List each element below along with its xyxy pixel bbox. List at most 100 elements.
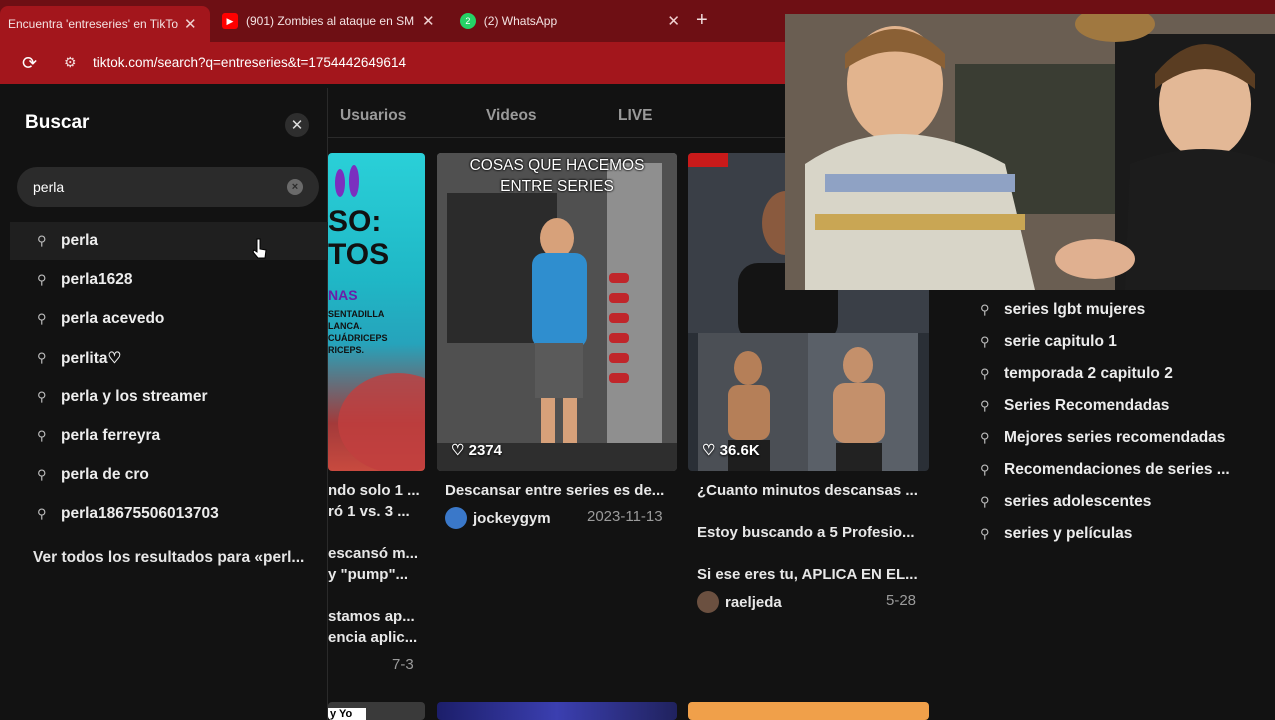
tab-usuarios[interactable]: Usuarios xyxy=(340,107,406,125)
reload-icon[interactable]: ⟳ xyxy=(22,53,37,74)
video-caption[interactable]: ndo solo 1 ... xyxy=(328,482,420,499)
suggestion-item[interactable]: ⚲ perla1628 xyxy=(10,261,328,299)
search-icon: ⚲ xyxy=(980,526,990,541)
related-search-item[interactable]: ⚲ temporada 2 capitulo 2 xyxy=(980,358,1270,390)
tab-title: (2) WhatsApp xyxy=(483,14,558,28)
video-card-partial[interactable] xyxy=(437,702,677,720)
related-search-item[interactable]: ⚲ Recomendaciones de series ... xyxy=(980,454,1270,486)
related-search-label: series lgbt mujeres xyxy=(1004,301,1146,318)
site-info-icon[interactable]: ⚙ xyxy=(64,54,77,71)
search-icon: ⚲ xyxy=(980,494,990,509)
search-box: × xyxy=(17,167,319,207)
related-search-item[interactable]: ⚲ Mejores series recomendadas xyxy=(980,422,1270,454)
search-icon: ⚲ xyxy=(37,467,47,482)
suggestion-label: perlita♡ xyxy=(61,349,122,367)
search-icon: ⚲ xyxy=(37,389,47,404)
webcam-overlay xyxy=(785,14,1275,290)
search-icon: ⚲ xyxy=(37,233,47,248)
related-search-item[interactable]: ⚲ series y películas xyxy=(980,518,1270,550)
search-icon: ⚲ xyxy=(37,506,47,521)
video-caption[interactable]: encia aplic... xyxy=(328,629,420,646)
close-tab-icon[interactable]: ✕ xyxy=(184,15,197,33)
video-caption[interactable]: y "pump"... xyxy=(328,566,420,583)
search-input[interactable] xyxy=(33,167,273,207)
video-date: 7-3 xyxy=(392,656,414,673)
tab-youtube[interactable]: ▶ (901) Zombies al ataque en SM ✕ xyxy=(222,6,442,36)
search-icon: ⚲ xyxy=(980,462,990,477)
video-caption[interactable]: stamos ap... xyxy=(328,608,420,625)
video-author[interactable]: raeljeda xyxy=(697,591,782,613)
suggestion-item[interactable]: ⚲ perla de cro xyxy=(10,456,328,494)
suggestion-item[interactable]: ⚲ perla acevedo xyxy=(10,300,328,338)
search-icon: ⚲ xyxy=(980,398,990,413)
search-icon: ⚲ xyxy=(37,428,47,443)
suggestion-item[interactable]: ⚲ perla18675506013703 xyxy=(10,495,328,533)
tab-tiktok-search[interactable]: Encuentra 'entreseries' en TikTo ✕ xyxy=(0,6,210,42)
search-icon: ⚲ xyxy=(37,311,47,326)
video-caption[interactable]: escansó m... xyxy=(328,545,420,562)
video-author[interactable]: jockeygym xyxy=(445,507,551,529)
suggestion-label: perla18675506013703 xyxy=(61,505,219,522)
related-search-label: Mejores series recomendadas xyxy=(1004,429,1226,446)
author-name: jockeygym xyxy=(473,509,551,527)
related-search-label: series adolescentes xyxy=(1004,493,1152,510)
video-caption[interactable]: Descansar entre series es de... xyxy=(445,482,675,499)
url-field[interactable]: tiktok.com/search?q=entreseries&t=175444… xyxy=(93,55,406,70)
related-search-item[interactable]: ⚲ Series Recomendadas xyxy=(980,390,1270,422)
whatsapp-icon: 2 xyxy=(460,13,476,29)
close-panel-button[interactable]: ✕ xyxy=(285,113,309,137)
overlay-text: NAS xyxy=(328,287,358,303)
webcam-image xyxy=(785,14,1275,290)
suggestion-label: perla xyxy=(61,232,99,249)
mouse-cursor-icon xyxy=(252,238,267,259)
suggestion-label: perla de cro xyxy=(61,466,149,483)
video-card-1[interactable]: SO: TOS NAS SENTADILLA LANCA. CUÁDRICEPS… xyxy=(328,153,425,471)
tab-videos[interactable]: Videos xyxy=(486,107,537,125)
related-search-item[interactable]: ⚲ series lgbt mujeres xyxy=(980,294,1270,326)
search-icon: ⚲ xyxy=(980,302,990,317)
tab-whatsapp[interactable]: 2 (2) WhatsApp ✕ xyxy=(460,6,680,36)
video-card-2[interactable]: COSAS QUE HACEMOS ENTRE SERIES ♡ 2374 xyxy=(437,153,677,471)
clear-search-icon[interactable]: × xyxy=(287,179,303,195)
overlay-text: COSAS QUE HACEMOS ENTRE SERIES xyxy=(469,157,645,195)
youtube-icon: ▶ xyxy=(222,13,238,29)
tabs-divider xyxy=(328,137,788,138)
video-date: 5-28 xyxy=(886,592,917,609)
author-name: raeljeda xyxy=(725,593,782,611)
related-search-item[interactable]: ⚲ serie capitulo 1 xyxy=(980,326,1270,358)
related-search-label: Recomendaciones de series ... xyxy=(1004,461,1230,478)
related-search-label: temporada 2 capitulo 2 xyxy=(1004,365,1173,382)
video-caption[interactable]: Si ese eres tu, APLICA EN EL... xyxy=(697,566,922,583)
panel-title: Buscar xyxy=(25,112,90,133)
related-search-label: series y películas xyxy=(1004,525,1133,542)
suggestion-item[interactable]: ⚲ perla ferreyra xyxy=(10,417,328,455)
overlay-text: SENTADILLA LANCA. CUÁDRICEPS RICEPS. xyxy=(328,309,388,355)
related-search-item[interactable]: ⚲ series adolescentes xyxy=(980,486,1270,518)
tab-live[interactable]: LIVE xyxy=(618,107,652,125)
suggestion-label: perla acevedo xyxy=(61,310,165,327)
search-icon: ⚲ xyxy=(980,430,990,445)
heart-icon: ♡ xyxy=(451,442,465,459)
video-caption[interactable]: Estoy buscando a 5 Profesio... xyxy=(697,524,922,541)
video-date: 2023-11-13 xyxy=(587,508,663,525)
new-tab-button[interactable]: + xyxy=(696,9,708,32)
overlay-text: y Yo xyxy=(328,708,366,720)
search-icon: ⚲ xyxy=(980,366,990,381)
avatar xyxy=(445,507,467,529)
suggestion-item[interactable]: ⚲ perla xyxy=(10,222,328,260)
view-all-results-link[interactable]: Ver todos los resultados para «perl... xyxy=(33,549,304,567)
video-caption[interactable]: ró 1 vs. 3 ... xyxy=(328,503,420,520)
avatar xyxy=(697,591,719,613)
suggestion-item[interactable]: ⚲ perlita♡ xyxy=(10,339,328,377)
close-tab-icon[interactable]: ✕ xyxy=(667,12,680,30)
video-thumbnail xyxy=(437,153,677,471)
close-tab-icon[interactable]: ✕ xyxy=(422,12,435,30)
video-caption[interactable]: ¿Cuanto minutos descansas ... xyxy=(697,482,922,499)
search-panel: Buscar ✕ × ⚲ perla ⚲ perla1628 ⚲ perla acev… xyxy=(10,88,328,720)
search-icon: ⚲ xyxy=(37,350,47,365)
suggestion-item[interactable]: ⚲ perla y los streamer xyxy=(10,378,328,416)
video-card-partial[interactable] xyxy=(688,702,929,720)
suggestion-label: perla1628 xyxy=(61,271,133,288)
tab-title: (901) Zombies al ataque en SM xyxy=(246,14,415,28)
video-card-partial[interactable]: y Yo xyxy=(328,702,425,720)
